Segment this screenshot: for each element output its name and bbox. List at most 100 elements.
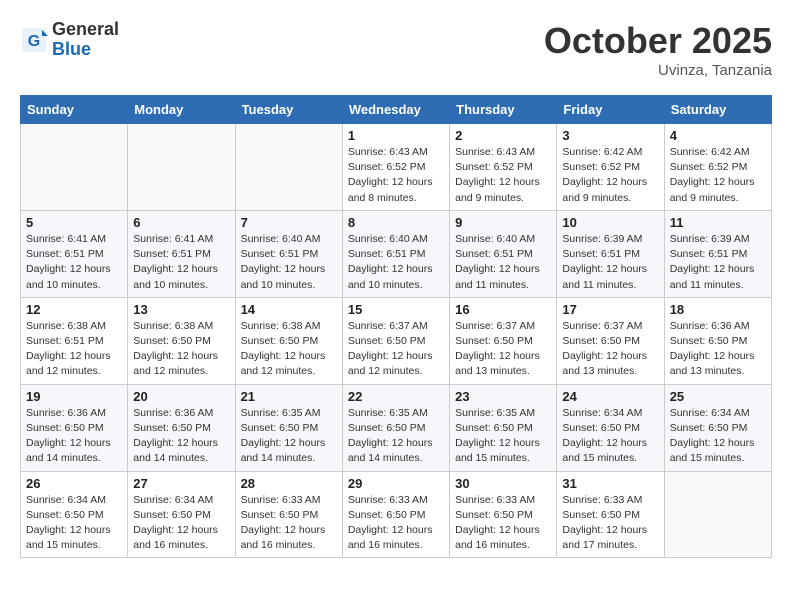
- calendar-day-cell: 9Sunrise: 6:40 AM Sunset: 6:51 PM Daylig…: [450, 210, 557, 297]
- day-number: 22: [348, 389, 444, 404]
- calendar-day-cell: 14 Sunrise: 6:38 AM Sunset: 6:50 PM Dayli…: [235, 297, 342, 384]
- day-number: 17: [562, 302, 658, 317]
- weekday-header: Monday: [128, 96, 235, 124]
- day-number: 24: [562, 389, 658, 404]
- calendar-day-cell: 30 Sunrise: 6:33 AM Sunset: 6:50 PM Dayli…: [450, 471, 557, 558]
- calendar-day-cell: 13 Sunrise: 6:38 AM Sunset: 6:50 PM Dayli…: [128, 297, 235, 384]
- logo: G General Blue: [20, 20, 119, 60]
- calendar-day-cell: 28Sunrise: 6:33 AM Sunset: 6:50 PM Dayli…: [235, 471, 342, 558]
- day-number: 4: [670, 128, 766, 143]
- weekday-header: Saturday: [664, 96, 771, 124]
- day-info: Sunrise: 6:39 AM Sunset: 6:51 PM Dayligh…: [562, 232, 658, 293]
- day-info: Sunrise: 6:41 AM Sunset: 6:51 PM Dayligh…: [133, 232, 229, 293]
- day-number: 28: [241, 476, 337, 491]
- day-number: 30: [455, 476, 551, 491]
- calendar-week-row: 1 Sunrise: 6:43 AM Sunset: 6:52 PM Daylig…: [21, 124, 772, 211]
- day-number: 12: [26, 302, 122, 317]
- weekday-header: Wednesday: [342, 96, 449, 124]
- logo-general: General: [52, 19, 119, 39]
- calendar-day-cell: 5 Sunrise: 6:41 AM Sunset: 6:51 PM Daylig…: [21, 210, 128, 297]
- day-info: Sunrise: 6:34 AM Sunset: 6:50 PM Dayligh…: [562, 406, 658, 467]
- calendar-day-cell: 19Sunrise: 6:36 AM Sunset: 6:50 PM Dayli…: [21, 384, 128, 471]
- day-info: Sunrise: 6:39 AM Sunset: 6:51 PM Dayligh…: [670, 232, 766, 293]
- day-number: 6: [133, 215, 229, 230]
- calendar-day-cell: 12 Sunrise: 6:38 AM Sunset: 6:51 PM Dayli…: [21, 297, 128, 384]
- day-info: Sunrise: 6:37 AM Sunset: 6:50 PM Dayligh…: [455, 319, 551, 380]
- day-info: Sunrise: 6:35 AM Sunset: 6:50 PM Dayligh…: [241, 406, 337, 467]
- calendar-day-cell: 11 Sunrise: 6:39 AM Sunset: 6:51 PM Dayli…: [664, 210, 771, 297]
- calendar-day-cell: 15 Sunrise: 6:37 AM Sunset: 6:50 PM Dayli…: [342, 297, 449, 384]
- day-info: Sunrise: 6:34 AM Sunset: 6:50 PM Dayligh…: [670, 406, 766, 467]
- weekday-header: Sunday: [21, 96, 128, 124]
- day-info: Sunrise: 6:41 AM Sunset: 6:51 PM Dayligh…: [26, 232, 122, 293]
- calendar-day-cell: 31 Sunrise: 6:33 AM Sunset: 6:50 PM Dayli…: [557, 471, 664, 558]
- day-info: Sunrise: 6:36 AM Sunset: 6:50 PM Dayligh…: [670, 319, 766, 380]
- day-info: Sunrise: 6:38 AM Sunset: 6:50 PM Dayligh…: [241, 319, 337, 380]
- calendar-day-cell: 20 Sunrise: 6:36 AM Sunset: 6:50 PM Dayli…: [128, 384, 235, 471]
- day-number: 10: [562, 215, 658, 230]
- day-number: 23: [455, 389, 551, 404]
- calendar-table: SundayMondayTuesdayWednesdayThursdayFrid…: [20, 95, 772, 558]
- day-number: 11: [670, 215, 766, 230]
- day-number: 3: [562, 128, 658, 143]
- day-number: 27: [133, 476, 229, 491]
- logo-icon: G: [20, 26, 48, 54]
- day-number: 21: [241, 389, 337, 404]
- calendar-week-row: 19Sunrise: 6:36 AM Sunset: 6:50 PM Dayli…: [21, 384, 772, 471]
- day-number: 16: [455, 302, 551, 317]
- day-number: 2: [455, 128, 551, 143]
- location-subtitle: Uvinza, Tanzania: [544, 62, 772, 79]
- day-number: 31: [562, 476, 658, 491]
- calendar-day-cell: 2 Sunrise: 6:43 AM Sunset: 6:52 PM Daylig…: [450, 124, 557, 211]
- day-info: Sunrise: 6:43 AM Sunset: 6:52 PM Dayligh…: [348, 145, 444, 206]
- calendar-day-cell: [235, 124, 342, 211]
- calendar-day-cell: 29Sunrise: 6:33 AM Sunset: 6:50 PM Dayli…: [342, 471, 449, 558]
- calendar-day-cell: 17Sunrise: 6:37 AM Sunset: 6:50 PM Dayli…: [557, 297, 664, 384]
- calendar-day-cell: 3 Sunrise: 6:42 AM Sunset: 6:52 PM Daylig…: [557, 124, 664, 211]
- day-number: 14: [241, 302, 337, 317]
- day-info: Sunrise: 6:37 AM Sunset: 6:50 PM Dayligh…: [348, 319, 444, 380]
- day-info: Sunrise: 6:33 AM Sunset: 6:50 PM Dayligh…: [562, 493, 658, 554]
- calendar-day-cell: 27Sunrise: 6:34 AM Sunset: 6:50 PM Dayli…: [128, 471, 235, 558]
- day-info: Sunrise: 6:36 AM Sunset: 6:50 PM Dayligh…: [133, 406, 229, 467]
- day-number: 5: [26, 215, 122, 230]
- day-info: Sunrise: 6:38 AM Sunset: 6:51 PM Dayligh…: [26, 319, 122, 380]
- day-info: Sunrise: 6:35 AM Sunset: 6:50 PM Dayligh…: [348, 406, 444, 467]
- day-number: 13: [133, 302, 229, 317]
- calendar-day-cell: 16 Sunrise: 6:37 AM Sunset: 6:50 PM Dayli…: [450, 297, 557, 384]
- calendar-week-row: 5 Sunrise: 6:41 AM Sunset: 6:51 PM Daylig…: [21, 210, 772, 297]
- day-info: Sunrise: 6:38 AM Sunset: 6:50 PM Dayligh…: [133, 319, 229, 380]
- calendar-day-cell: 4Sunrise: 6:42 AM Sunset: 6:52 PM Daylig…: [664, 124, 771, 211]
- calendar-day-cell: [664, 471, 771, 558]
- calendar-day-cell: 25Sunrise: 6:34 AM Sunset: 6:50 PM Dayli…: [664, 384, 771, 471]
- calendar-week-row: 26 Sunrise: 6:34 AM Sunset: 6:50 PM Dayli…: [21, 471, 772, 558]
- logo-blue: Blue: [52, 39, 91, 59]
- day-info: Sunrise: 6:36 AM Sunset: 6:50 PM Dayligh…: [26, 406, 122, 467]
- day-info: Sunrise: 6:43 AM Sunset: 6:52 PM Dayligh…: [455, 145, 551, 206]
- day-info: Sunrise: 6:35 AM Sunset: 6:50 PM Dayligh…: [455, 406, 551, 467]
- svg-text:G: G: [28, 33, 40, 50]
- day-number: 7: [241, 215, 337, 230]
- calendar-day-cell: 23 Sunrise: 6:35 AM Sunset: 6:50 PM Dayli…: [450, 384, 557, 471]
- calendar-day-cell: [21, 124, 128, 211]
- title-block: October 2025 Uvinza, Tanzania: [544, 20, 772, 79]
- calendar-day-cell: 6 Sunrise: 6:41 AM Sunset: 6:51 PM Daylig…: [128, 210, 235, 297]
- page-header: G General Blue October 2025 Uvinza, Tanz…: [20, 20, 772, 79]
- day-number: 8: [348, 215, 444, 230]
- month-title: October 2025: [544, 20, 772, 62]
- calendar-body: 1 Sunrise: 6:43 AM Sunset: 6:52 PM Daylig…: [21, 124, 772, 558]
- day-number: 1: [348, 128, 444, 143]
- weekday-header: Thursday: [450, 96, 557, 124]
- day-number: 15: [348, 302, 444, 317]
- day-number: 20: [133, 389, 229, 404]
- calendar-day-cell: 26 Sunrise: 6:34 AM Sunset: 6:50 PM Dayli…: [21, 471, 128, 558]
- calendar-week-row: 12 Sunrise: 6:38 AM Sunset: 6:51 PM Dayli…: [21, 297, 772, 384]
- day-info: Sunrise: 6:33 AM Sunset: 6:50 PM Dayligh…: [455, 493, 551, 554]
- day-number: 26: [26, 476, 122, 491]
- calendar-day-cell: [128, 124, 235, 211]
- day-info: Sunrise: 6:42 AM Sunset: 6:52 PM Dayligh…: [562, 145, 658, 206]
- calendar-day-cell: 22 Sunrise: 6:35 AM Sunset: 6:50 PM Dayli…: [342, 384, 449, 471]
- day-info: Sunrise: 6:34 AM Sunset: 6:50 PM Dayligh…: [26, 493, 122, 554]
- day-info: Sunrise: 6:33 AM Sunset: 6:50 PM Dayligh…: [348, 493, 444, 554]
- day-info: Sunrise: 6:40 AM Sunset: 6:51 PM Dayligh…: [241, 232, 337, 293]
